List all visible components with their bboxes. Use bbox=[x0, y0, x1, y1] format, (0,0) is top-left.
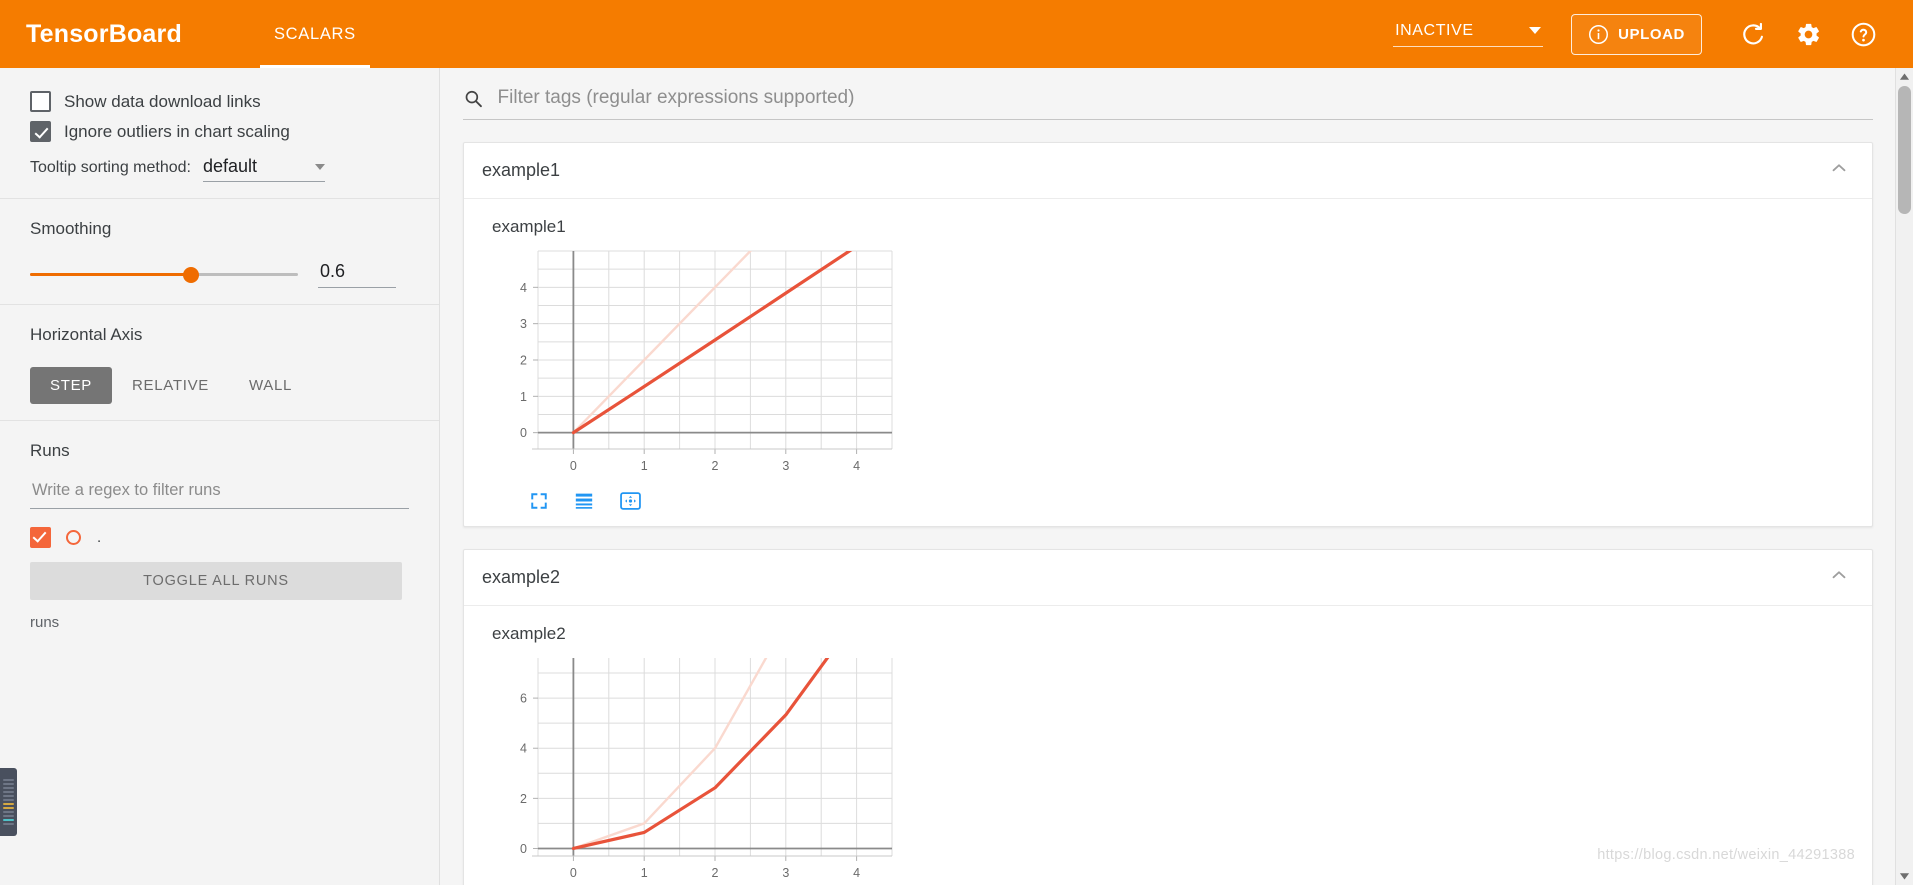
chevron-up-icon[interactable] bbox=[1828, 157, 1850, 184]
scroll-down-arrow-icon[interactable] bbox=[1896, 868, 1913, 885]
axis-option-step[interactable]: STEP bbox=[30, 367, 112, 404]
scrollbar-thumb[interactable] bbox=[1898, 86, 1911, 214]
settings-sidebar: Show data download links Ignore outliers… bbox=[0, 68, 440, 885]
runs-count-label: runs bbox=[30, 614, 60, 631]
svg-text:3: 3 bbox=[782, 866, 789, 880]
svg-text:0: 0 bbox=[520, 842, 527, 856]
runs-section: Runs . TOGGLE ALL RUNS runs bbox=[0, 421, 439, 647]
tooltip-sorting-value: default bbox=[202, 156, 258, 176]
app-brand: TensorBoard bbox=[26, 19, 182, 48]
main-content: example1 example1 0 1 2 3 4 0 1 2 3 4 bbox=[441, 68, 1895, 885]
svg-text:6: 6 bbox=[520, 692, 527, 706]
runs-filter-input[interactable] bbox=[30, 475, 409, 509]
run-list-item[interactable]: . bbox=[30, 527, 409, 548]
tag-card-header[interactable]: example1 bbox=[464, 143, 1872, 199]
chart-toolbar bbox=[530, 492, 1872, 510]
svg-text:0: 0 bbox=[570, 459, 577, 473]
display-options-section: Show data download links Ignore outliers… bbox=[0, 68, 439, 199]
svg-text:2: 2 bbox=[712, 459, 719, 473]
tooltip-sorting-row: Tooltip sorting method: default bbox=[30, 156, 409, 182]
svg-text:1: 1 bbox=[641, 866, 648, 880]
svg-text:3: 3 bbox=[782, 459, 789, 473]
tag-card-example2: example2 example2 0 2 4 6 0 1 2 3 4 bbox=[463, 549, 1873, 885]
chevron-up-icon[interactable] bbox=[1828, 564, 1850, 591]
run-name-label: . bbox=[97, 529, 102, 546]
tab-scalars[interactable]: SCALARS bbox=[259, 0, 370, 68]
run-status-dropdown[interactable]: INACTIVE bbox=[1393, 21, 1544, 47]
runs-title: Runs bbox=[30, 441, 70, 460]
slider-track-fill bbox=[30, 273, 191, 276]
run-color-circle-icon bbox=[66, 530, 81, 545]
header-actions: INACTIVE UPLOAD bbox=[1393, 13, 1891, 55]
tag-card-title: example2 bbox=[482, 567, 561, 587]
chart-title: example2 bbox=[492, 624, 566, 643]
svg-text:4: 4 bbox=[853, 459, 860, 473]
svg-text:4: 4 bbox=[520, 742, 527, 756]
tab-scalars-label: SCALARS bbox=[273, 24, 356, 43]
horizontal-axis-section: Horizontal Axis STEP RELATIVE WALL bbox=[0, 305, 439, 421]
tag-card-example1: example1 example1 0 1 2 3 4 0 1 2 3 4 bbox=[463, 142, 1873, 527]
info-icon bbox=[1589, 24, 1609, 44]
svg-text:1: 1 bbox=[641, 459, 648, 473]
chart-title: example1 bbox=[492, 217, 566, 236]
horizontal-axis-title: Horizontal Axis bbox=[30, 325, 143, 344]
scalar-chart-example2[interactable]: 0 2 4 6 0 1 2 3 4 bbox=[490, 650, 910, 885]
tooltip-sorting-select[interactable]: default bbox=[202, 156, 325, 182]
toggle-all-runs-label: TOGGLE ALL RUNS bbox=[143, 573, 289, 589]
smoothing-slider[interactable] bbox=[30, 266, 298, 284]
tag-filter-wrapper[interactable] bbox=[463, 86, 1873, 120]
refresh-icon[interactable] bbox=[1740, 21, 1767, 48]
horizontal-axis-options: STEP RELATIVE WALL bbox=[30, 367, 409, 404]
svg-text:2: 2 bbox=[520, 353, 527, 367]
nav-tabs: SCALARS bbox=[259, 0, 370, 68]
checkbox-ignore-outliers[interactable]: Ignore outliers in chart scaling bbox=[30, 121, 409, 142]
svg-text:0: 0 bbox=[570, 866, 577, 880]
tag-filter-input[interactable] bbox=[495, 86, 1873, 110]
scalar-chart-example1[interactable]: 0 1 2 3 4 0 1 2 3 4 bbox=[490, 243, 910, 483]
svg-text:2: 2 bbox=[520, 792, 527, 806]
chevron-down-icon bbox=[314, 163, 325, 170]
tag-filter-bar bbox=[441, 68, 1895, 120]
svg-text:4: 4 bbox=[853, 866, 860, 880]
tag-card-body: example2 0 2 4 6 0 1 2 3 4 bbox=[464, 606, 1872, 885]
expand-icon[interactable] bbox=[530, 492, 548, 510]
svg-text:4: 4 bbox=[520, 281, 527, 295]
run-status-value: INACTIVE bbox=[1395, 21, 1474, 39]
tooltip-sorting-label: Tooltip sorting method: bbox=[30, 159, 191, 176]
upload-button-label: UPLOAD bbox=[1618, 25, 1685, 43]
smoothing-row: 0.6 bbox=[30, 261, 409, 288]
search-icon bbox=[465, 90, 482, 107]
axis-option-wall[interactable]: WALL bbox=[229, 367, 312, 404]
scroll-up-arrow-icon[interactable] bbox=[1896, 68, 1913, 85]
svg-text:2: 2 bbox=[712, 866, 719, 880]
svg-text:3: 3 bbox=[520, 317, 527, 331]
app-body: Show data download links Ignore outliers… bbox=[0, 68, 1913, 885]
slider-thumb[interactable] bbox=[182, 266, 199, 283]
checkbox-show-download-links[interactable]: Show data download links bbox=[30, 91, 409, 112]
tag-card-header[interactable]: example2 bbox=[464, 550, 1872, 606]
run-checkbox-icon[interactable] bbox=[30, 527, 51, 548]
chevron-down-icon bbox=[1529, 27, 1542, 34]
gear-icon[interactable] bbox=[1795, 21, 1822, 48]
svg-text:0: 0 bbox=[520, 426, 527, 440]
checkbox-checked-icon bbox=[30, 121, 51, 142]
data-table-icon[interactable] bbox=[574, 492, 594, 510]
upload-button[interactable]: UPLOAD bbox=[1571, 13, 1702, 55]
svg-text:1: 1 bbox=[520, 390, 527, 404]
tag-card-body: example1 0 1 2 3 4 0 1 2 3 4 bbox=[464, 199, 1872, 526]
app-header: TensorBoard SCALARS INACTIVE UPLOAD bbox=[0, 0, 1913, 68]
checkbox-label: Show data download links bbox=[64, 91, 261, 111]
main-scrollbar[interactable] bbox=[1895, 68, 1913, 885]
checkbox-label: Ignore outliers in chart scaling bbox=[64, 121, 290, 141]
smoothing-value[interactable]: 0.6 bbox=[318, 261, 396, 288]
panel-drag-handle[interactable] bbox=[0, 768, 17, 836]
help-icon[interactable] bbox=[1850, 21, 1877, 48]
tag-card-title: example1 bbox=[482, 160, 561, 180]
smoothing-section: Smoothing 0.6 bbox=[0, 199, 439, 305]
smoothing-title: Smoothing bbox=[30, 219, 112, 238]
fit-domain-icon[interactable] bbox=[620, 492, 641, 510]
axis-option-relative[interactable]: RELATIVE bbox=[112, 367, 229, 404]
toggle-all-runs-button[interactable]: TOGGLE ALL RUNS bbox=[30, 562, 402, 600]
checkbox-icon bbox=[30, 91, 51, 112]
